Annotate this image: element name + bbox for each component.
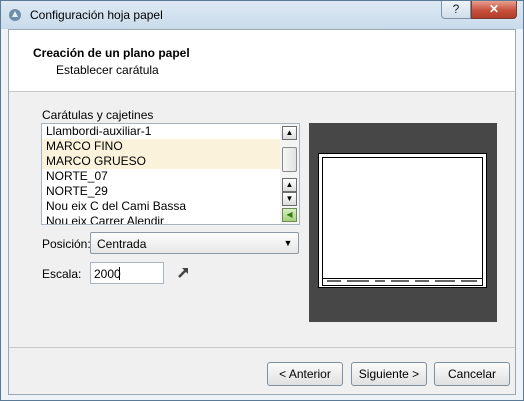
title-block-strip (323, 278, 482, 285)
list-item[interactable]: Nou eix Carrer Alendir (42, 214, 280, 224)
caratula-list[interactable]: Llambordi-auxiliar-1 MARCO FINO MARCO GR… (41, 123, 300, 225)
app-icon (9, 9, 21, 21)
sheet-frame (322, 157, 483, 286)
list-item[interactable]: Llambordi-auxiliar-1 (42, 124, 280, 139)
close-button[interactable]: ✕ (471, 1, 517, 19)
list-item[interactable]: NORTE_07 (42, 169, 280, 184)
dialog-window: Configuración hoja papel ? ✕ Creación de… (0, 0, 524, 401)
text-caret (119, 267, 120, 280)
list-item[interactable]: MARCO GRUESO (42, 154, 280, 169)
window-title: Configuración hoja papel (30, 8, 163, 22)
wizard-header: Creación de un plano papel Establecer ca… (9, 30, 515, 92)
footer-divider (9, 347, 515, 348)
list-item[interactable]: MARCO FINO (42, 139, 280, 154)
position-label: Posición: (42, 237, 91, 251)
list-item[interactable]: Nou eix C del Cami Bassa (42, 199, 280, 214)
scroll-up-button[interactable]: ▲ (282, 126, 297, 140)
scale-value: 2000 (94, 267, 121, 281)
sheet-preview (309, 123, 497, 322)
scroll-page-up-button[interactable]: ▲ (282, 178, 297, 192)
scale-label: Escala: (42, 267, 82, 281)
list-label: Carátulas y cajetines (42, 108, 154, 122)
dialog-client: Creación de un plano papel Establecer ca… (8, 29, 516, 395)
back-button[interactable]: < Anterior (267, 362, 343, 386)
title-bar[interactable]: Configuración hoja papel ? ✕ (1, 1, 523, 29)
page-subtitle: Establecer carátula (56, 63, 159, 77)
paper-sheet (318, 153, 487, 288)
position-value: Centrada (97, 237, 147, 251)
scroll-page-down-button[interactable]: ▼ (282, 192, 297, 206)
list-item[interactable]: NORTE_29 (42, 184, 280, 199)
chevron-down-icon: ▼ (283, 238, 293, 248)
next-button[interactable]: Siguiente > (351, 362, 427, 386)
arrow-up-right-icon[interactable] (177, 265, 191, 279)
list-scrollbar[interactable]: ▲ ▲ ▼ ◀ (280, 124, 299, 224)
apply-arrow-button[interactable]: ◀ (282, 208, 297, 222)
cancel-button[interactable]: Cancelar (434, 362, 510, 386)
scroll-thumb[interactable] (282, 147, 297, 172)
page-title: Creación de un plano papel (33, 46, 190, 60)
help-button[interactable]: ? (441, 1, 471, 19)
scale-input[interactable]: 2000 (90, 262, 164, 284)
position-select[interactable]: Centrada ▼ (90, 232, 299, 254)
